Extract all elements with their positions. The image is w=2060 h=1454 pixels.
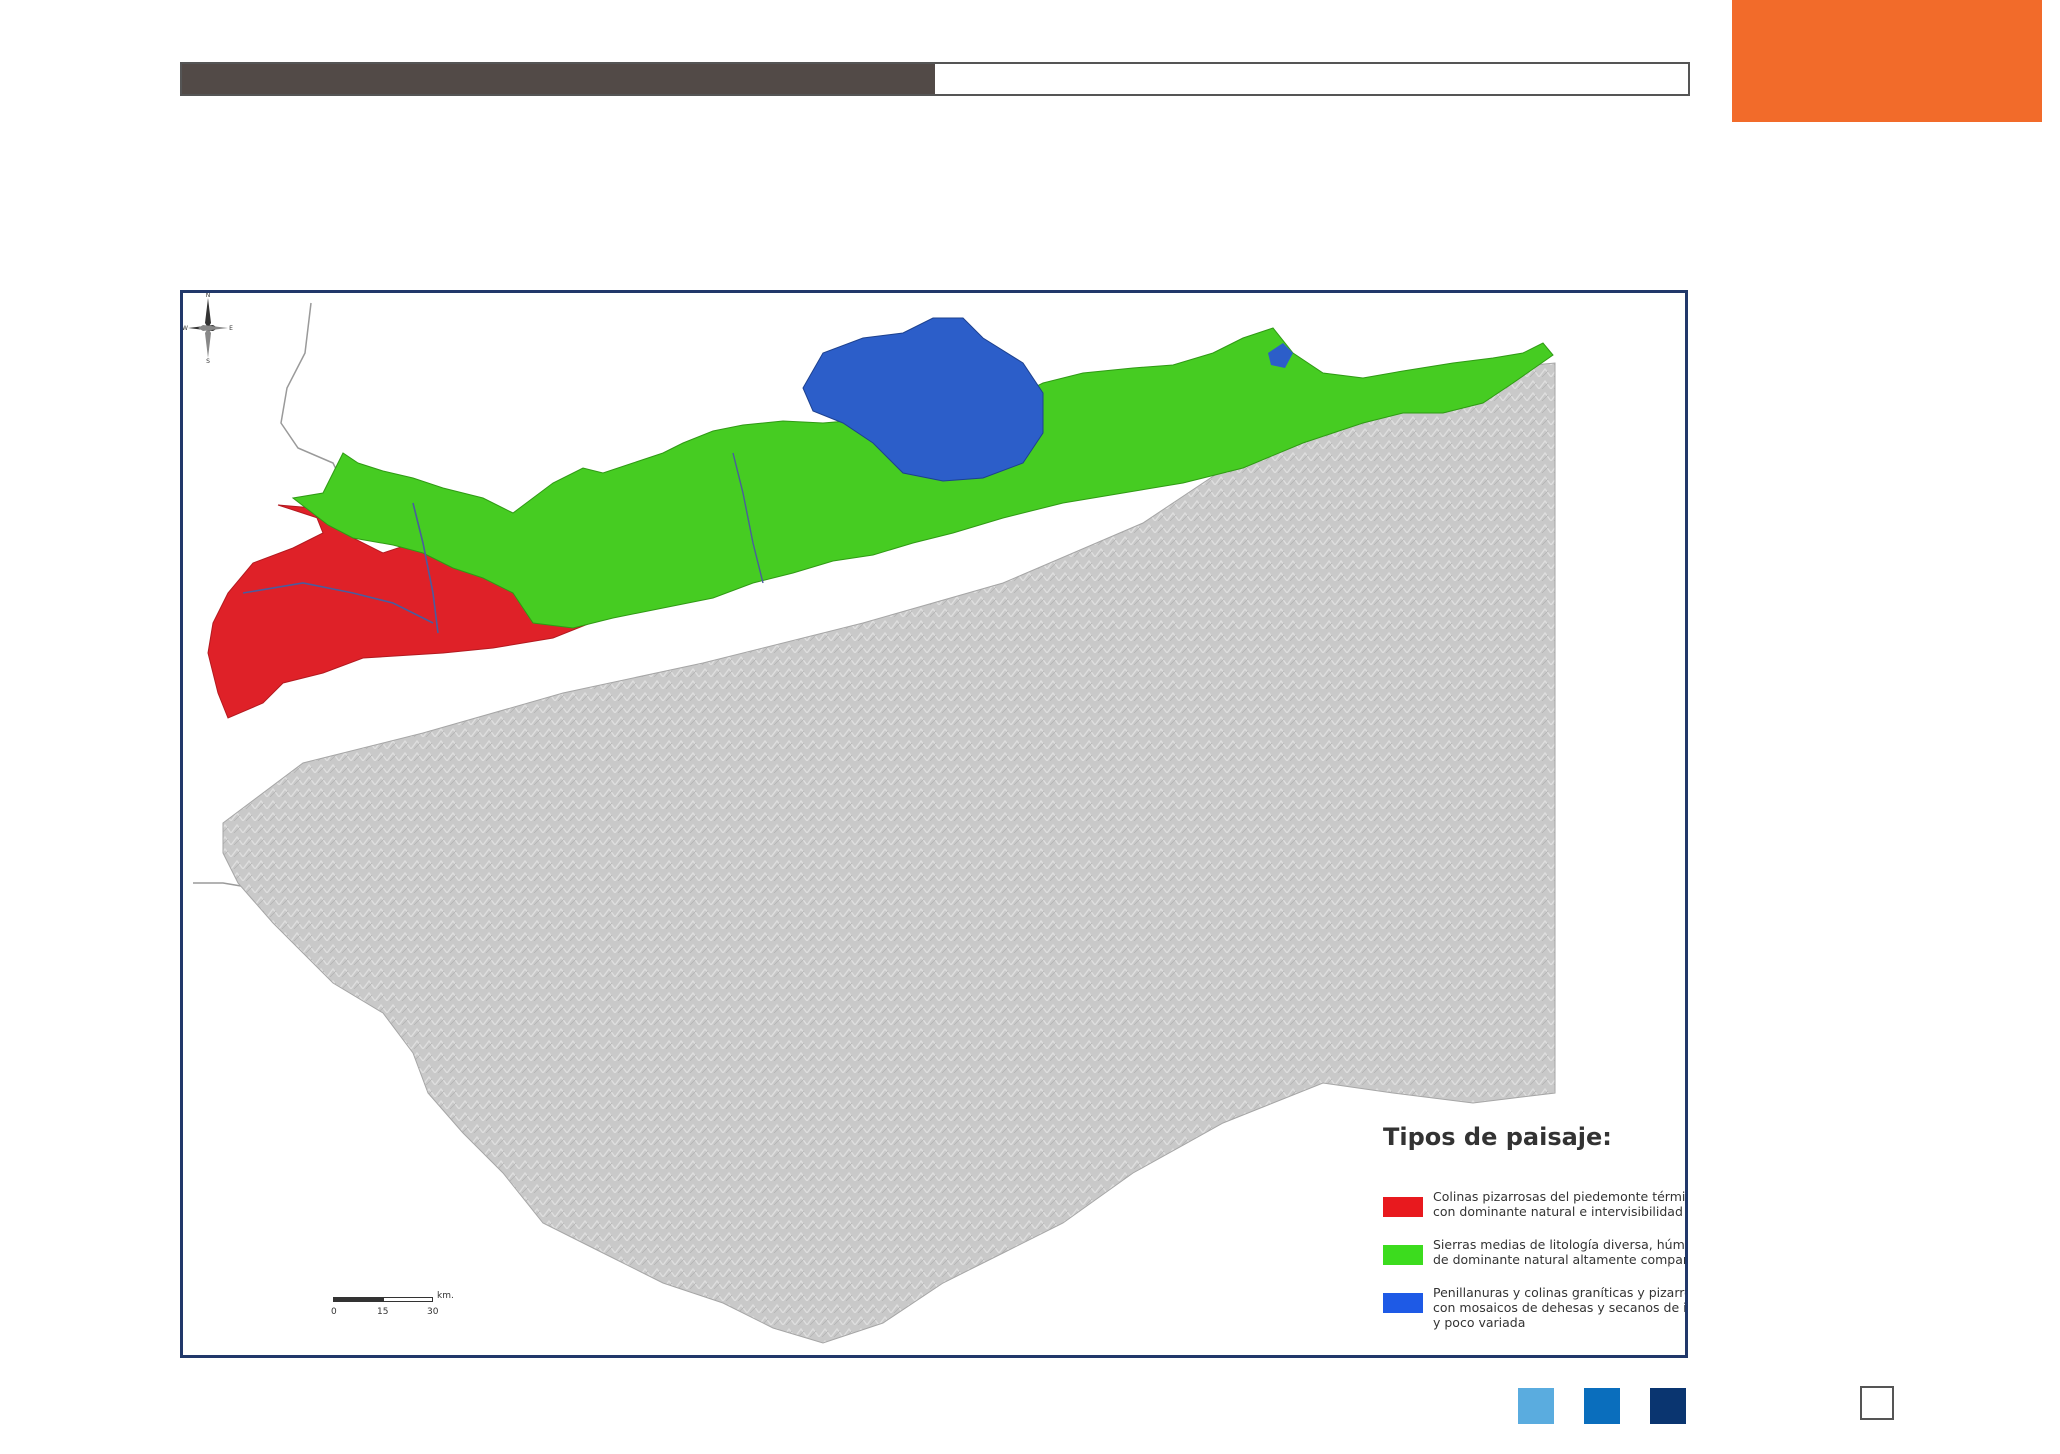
map-legend: Tipos de paisaje: Colinas pizarrosas del… [1383,1123,1688,1348]
legend-swatch-green [1383,1245,1423,1265]
scale-label-0: 0 [331,1307,337,1317]
legend-swatch-red [1383,1197,1423,1217]
page-number-box[interactable] [1860,1386,1894,1420]
scale-segment [333,1297,383,1302]
map-figure: N S E W 0 15 30 km. Tipos de paisaje: Co… [180,290,1688,1358]
scale-bar: 0 15 30 km. [331,1291,473,1333]
progress-bar-fill [182,64,935,94]
compass-s: S [206,358,210,363]
accent-tab [1732,0,2042,122]
nav-square-medium[interactable] [1584,1388,1620,1424]
scale-segment [383,1297,433,1302]
compass-e: E [229,325,233,332]
legend-title: Tipos de paisaje: [1383,1123,1612,1151]
scale-unit: km. [437,1291,454,1301]
legend-item: Colinas pizarrosas del piedemonte térmi c… [1383,1189,1686,1219]
compass-rose-icon: N S E W [183,293,233,363]
scale-label-15: 15 [377,1307,389,1317]
legend-item: Penillanuras y colinas graníticas y piza… [1383,1285,1687,1330]
compass-n: N [206,293,211,299]
nav-square-light[interactable] [1518,1388,1554,1424]
legend-swatch-blue [1383,1293,1423,1313]
legend-text: Sierras medias de litología diversa, húm… [1433,1237,1688,1267]
legend-text: Colinas pizarrosas del piedemonte térmi c… [1433,1189,1686,1219]
legend-text: Penillanuras y colinas graníticas y piza… [1433,1285,1687,1330]
compass-w: W [183,325,188,332]
progress-bar [180,62,1690,96]
legend-item: Sierras medias de litología diversa, húm… [1383,1237,1688,1267]
nav-square-dark[interactable] [1650,1388,1686,1424]
scale-label-30: 30 [427,1307,439,1317]
